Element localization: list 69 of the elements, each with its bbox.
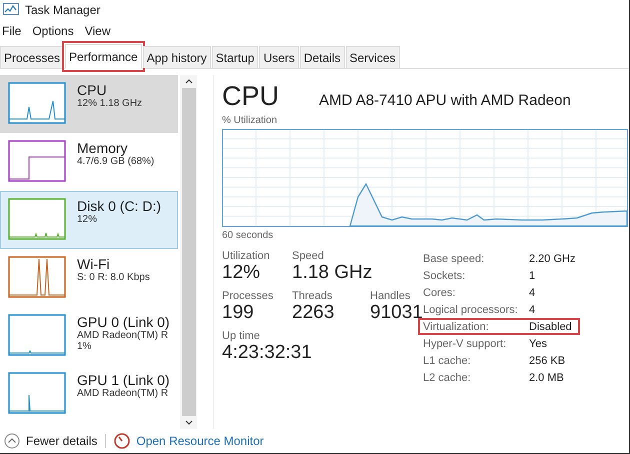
tab[interactable]: Users xyxy=(259,46,299,68)
device-name: CPU xyxy=(77,82,108,98)
stat-label: Utilization xyxy=(222,250,271,262)
menu-item[interactable]: File xyxy=(2,24,22,38)
stat-label: Up time xyxy=(222,330,261,342)
graph-label: % Utilization xyxy=(222,115,278,126)
stat-label: Processes xyxy=(222,290,274,302)
tab[interactable]: Startup xyxy=(212,46,258,68)
spec-value: 4 xyxy=(529,304,536,316)
stat-label: Threads xyxy=(292,290,334,302)
device-detail: 4.7/6.9 GB (68%) xyxy=(77,156,154,167)
spec-label: Cores: xyxy=(423,286,456,298)
stat-value: 12% xyxy=(222,262,262,284)
scroll-up-icon[interactable] xyxy=(184,79,192,84)
graph-time-span: 60 seconds xyxy=(222,230,274,241)
window-title: Task Manager xyxy=(25,3,100,17)
spec-value: 256 KB xyxy=(529,354,566,366)
device-detail: S: 0 R: 8.0 Kbps xyxy=(77,272,150,283)
spec-label: Hyper-V support: xyxy=(423,338,508,350)
tab[interactable]: Performance xyxy=(65,44,142,69)
spec-value: 2.0 MB xyxy=(529,372,564,384)
stat-label: Handles xyxy=(370,290,412,302)
menu-item[interactable]: View xyxy=(84,24,110,38)
stat-value: 1.18 GHz xyxy=(292,262,372,284)
device-name: Disk 0 (C: D:) xyxy=(77,198,161,214)
scrollbar[interactable] xyxy=(180,75,197,429)
resource-monitor-link[interactable]: Open Resource Monitor xyxy=(136,434,264,448)
sidebar-item[interactable]: Wi-Fi S: 0 R: 8.0 Kbps xyxy=(0,249,178,307)
stat-value: 2263 xyxy=(292,302,336,324)
device-detail: 1% xyxy=(77,341,92,352)
device-detail: AMD Radeon(TM) R xyxy=(77,330,170,341)
spec-value: Yes xyxy=(529,338,547,350)
spec-label: Virtualization: xyxy=(423,320,490,332)
device-name: Memory xyxy=(77,140,129,156)
spec-label: Base speed: xyxy=(423,252,486,264)
sidebar-item[interactable]: GPU 0 (Link 0) AMD Radeon(TM) R 1% xyxy=(0,307,178,365)
device-detail: 12% xyxy=(77,214,98,225)
sidebar-item[interactable]: Disk 0 (C: D:) 12% xyxy=(0,191,178,249)
spec-value: 4 xyxy=(529,286,536,298)
stat-label: Speed xyxy=(292,250,325,262)
device-name: Wi-Fi xyxy=(77,256,111,272)
gauge-icon xyxy=(114,433,130,449)
tab[interactable]: Services xyxy=(346,46,400,68)
stat-value: 4:23:32:31 xyxy=(222,342,312,364)
spec-value: Disabled xyxy=(529,320,572,332)
stat-value: 199 xyxy=(222,302,255,324)
panel-title: CPU xyxy=(222,81,280,112)
spec-label: Logical processors: xyxy=(423,304,519,316)
task-manager-icon xyxy=(3,3,19,17)
device-detail: 12% 1.18 GHz xyxy=(77,98,142,109)
spec-label: L1 cache: xyxy=(423,354,472,366)
spec-value: 1 xyxy=(529,270,536,282)
spec-label: Sockets: xyxy=(423,270,466,282)
tab[interactable]: Processes xyxy=(0,46,64,68)
tab[interactable]: App history xyxy=(142,46,211,68)
spec-value: 2.20 GHz xyxy=(529,252,576,264)
scroll-down-icon[interactable] xyxy=(184,420,192,425)
device-detail: AMD Radeon(TM) R xyxy=(77,388,170,399)
device-name: GPU 1 (Link 0) xyxy=(77,372,170,388)
fewer-details-button[interactable]: Fewer details xyxy=(4,433,98,449)
menu-item[interactable]: Options xyxy=(32,24,74,38)
tab[interactable]: Details xyxy=(300,46,344,68)
sidebar-item[interactable]: Memory 4.7/6.9 GB (68%) xyxy=(0,133,178,191)
device-name: GPU 0 (Link 0) xyxy=(77,314,170,330)
sidebar-item[interactable]: GPU 1 (Link 0) AMD Radeon(TM) R xyxy=(0,365,178,423)
processor-model: AMD A8-7410 APU with AMD Radeon xyxy=(319,92,571,109)
spec-label: L2 cache: xyxy=(423,372,472,384)
chevron-up-icon xyxy=(4,433,20,449)
sidebar-item[interactable]: CPU 12% 1.18 GHz xyxy=(0,75,178,133)
